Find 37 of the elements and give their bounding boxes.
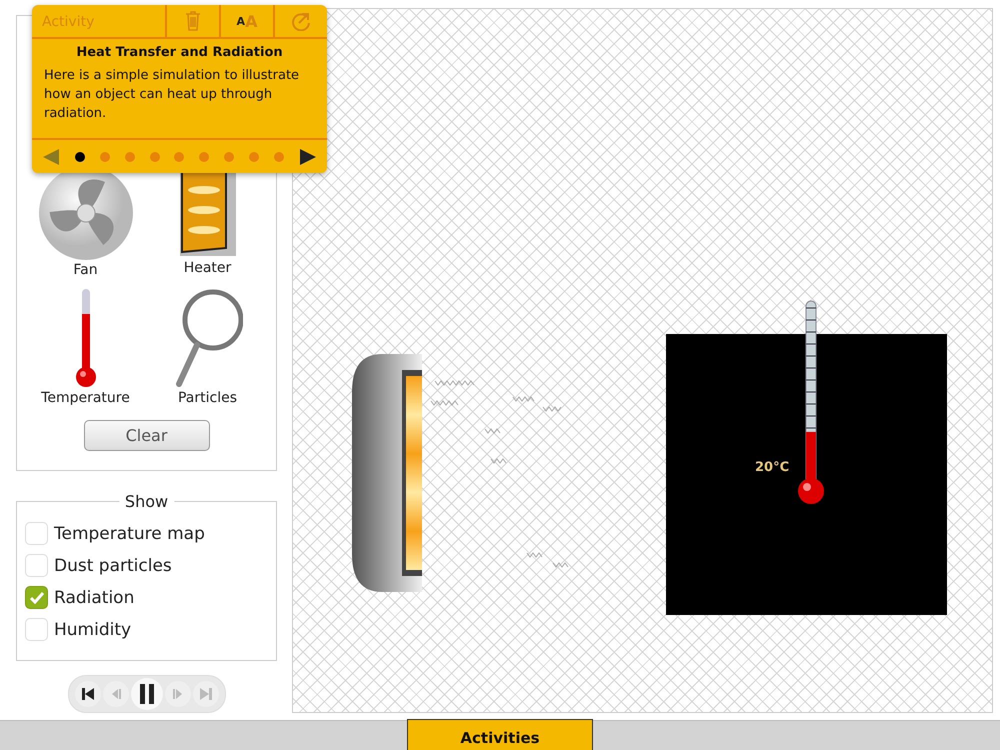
- skip-back-icon: [80, 687, 94, 701]
- thermometer-bulb: [798, 478, 824, 504]
- page-dot[interactable]: [150, 152, 160, 162]
- tool-label: Fan: [73, 262, 98, 278]
- popup-title: Heat Transfer and Radiation: [75, 45, 284, 60]
- step-forward-icon: [170, 687, 184, 701]
- playback-button[interactable]: [130, 678, 162, 710]
- temperature-reading: 20°C: [755, 460, 790, 475]
- circle-arrow-icon: [291, 11, 311, 31]
- left-triangle-icon: [42, 148, 60, 166]
- page-dot[interactable]: [74, 152, 85, 162]
- skip-forward-icon: [198, 687, 212, 701]
- page-dot[interactable]: [174, 152, 184, 162]
- tool-label: Temperature: [41, 390, 130, 406]
- tool-label: Particles: [178, 390, 238, 406]
- option-label: Radiation: [54, 588, 134, 608]
- right-triangle-icon: [298, 148, 317, 166]
- next-button[interactable]: [298, 148, 317, 166]
- page-dot[interactable]: [100, 152, 110, 162]
- clear-button[interactable]: Clear: [84, 420, 210, 451]
- tool-label: Heater: [184, 260, 232, 276]
- trash-icon: [185, 11, 201, 31]
- option-label: Humidity: [54, 620, 132, 640]
- page-dot[interactable]: [224, 152, 234, 162]
- option-label: Temperature map: [54, 524, 205, 544]
- thermometer-icon: [74, 288, 98, 388]
- page-dot[interactable]: [199, 152, 210, 162]
- pause-icon: [138, 684, 154, 704]
- checkbox[interactable]: [25, 586, 48, 609]
- page-dot[interactable]: [249, 152, 260, 162]
- option-label: Dust particles: [54, 556, 172, 576]
- checkmark-icon: [30, 592, 44, 604]
- popup-text: Here is a simple simulation to illustrate how an object can heat up through radiation.: [43, 67, 300, 123]
- page-dot[interactable]: [124, 152, 135, 162]
- page-dot[interactable]: [274, 152, 284, 162]
- playback-button[interactable]: [74, 681, 100, 707]
- activities-tab[interactable]: Activities: [407, 719, 593, 750]
